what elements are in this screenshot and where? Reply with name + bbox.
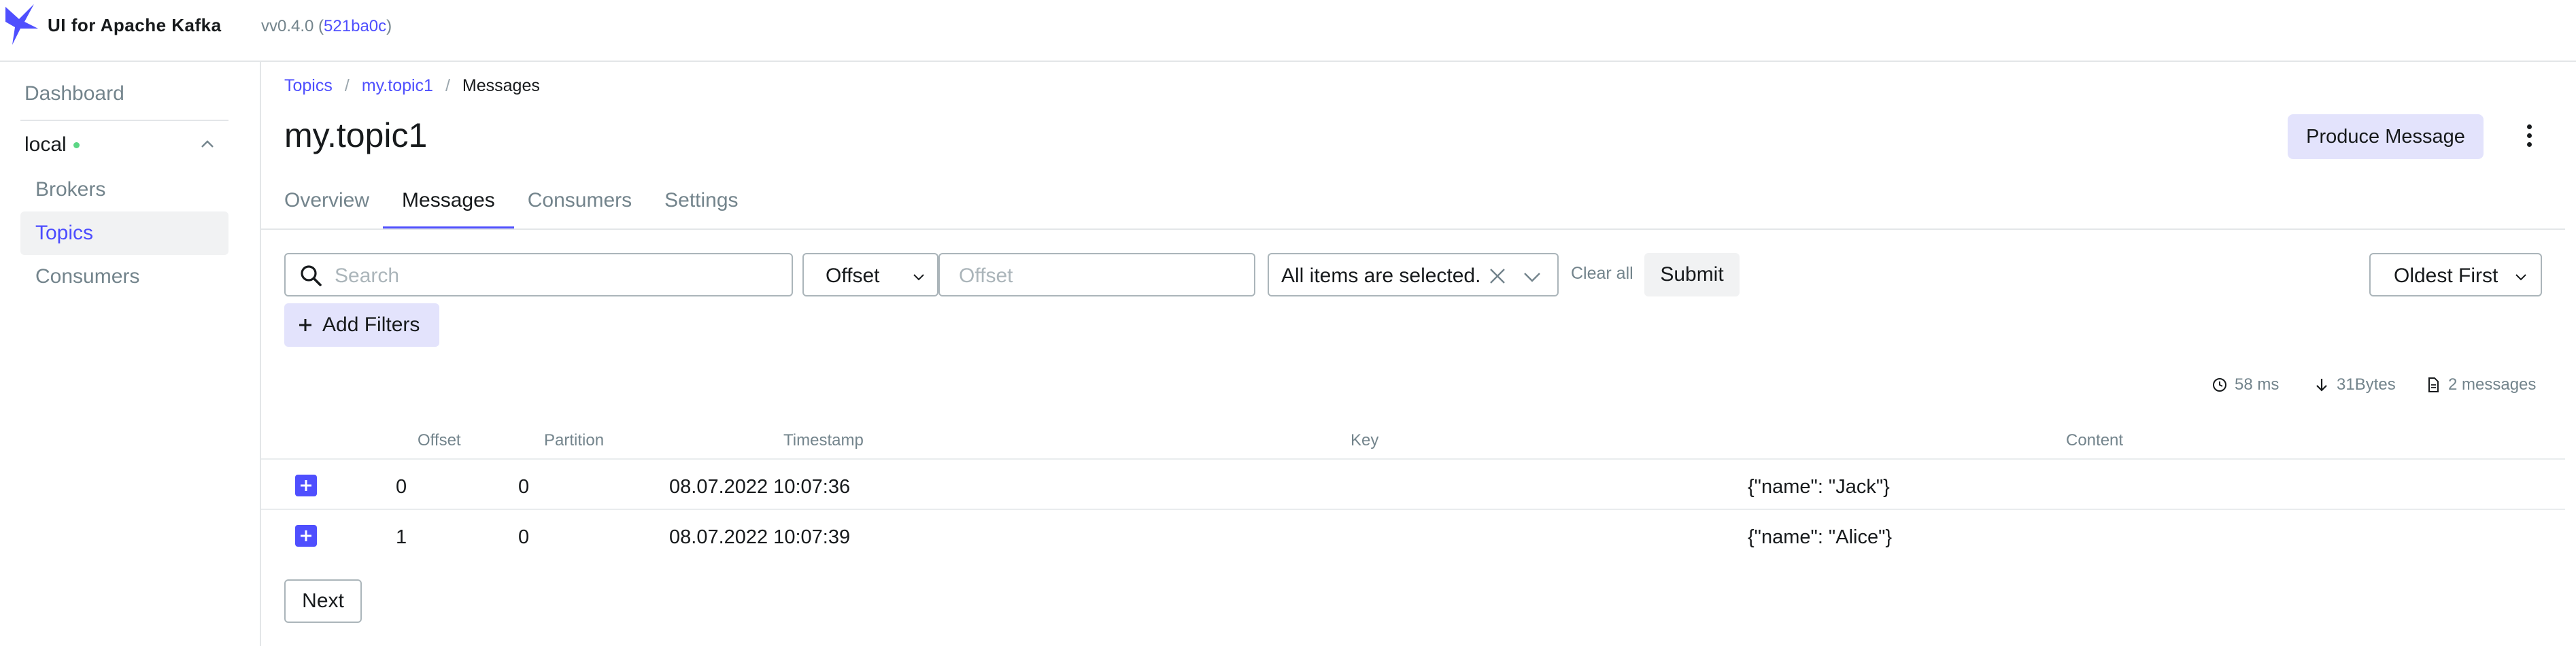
cell-content: {"name": "Jack"} <box>1748 476 1890 498</box>
table-row[interactable]: 1 0 08.07.2022 10:07:39 {"name": "Alice"… <box>261 510 2565 560</box>
breadcrumb-topics[interactable]: Topics <box>284 76 333 96</box>
search-placeholder: Search <box>335 265 400 287</box>
breadcrumb-current: Messages <box>462 76 540 95</box>
app-version: vv0.4.0 (521ba0c) <box>261 17 392 35</box>
breadcrumb-topic[interactable]: my.topic1 <box>362 76 433 96</box>
chevron-down-icon <box>913 274 924 281</box>
seek-type-select[interactable]: Offset <box>802 253 938 296</box>
cell-timestamp: 08.07.2022 10:07:39 <box>669 526 851 548</box>
offset-input[interactable]: Offset <box>938 253 1255 296</box>
sidebar-item-consumers[interactable]: Consumers <box>20 255 228 299</box>
expand-row-icon[interactable] <box>295 475 317 496</box>
column-header-timestamp: Timestamp <box>783 431 864 449</box>
sidebar-cluster-local[interactable]: local <box>24 133 80 156</box>
top-nav: UI for Apache Kafka vv0.4.0 (521ba0c) <box>0 0 2576 62</box>
document-icon <box>2428 377 2439 392</box>
expand-row-icon[interactable] <box>295 525 317 547</box>
cell-timestamp: 08.07.2022 10:07:36 <box>669 476 851 498</box>
tab-consumers[interactable]: Consumers <box>528 177 632 228</box>
offset-placeholder: Offset <box>959 265 1013 287</box>
messages-count-value: 2 messages <box>2448 375 2537 394</box>
clear-selection-icon[interactable] <box>1487 265 1508 287</box>
tab-overview[interactable]: Overview <box>284 177 369 228</box>
fetch-time-value: 58 ms <box>2235 375 2280 394</box>
breadcrumb: Topics / my.topic1 / Messages <box>284 76 540 96</box>
kafka-logo-icon[interactable] <box>4 1 39 46</box>
tab-messages[interactable]: Messages <box>383 177 514 228</box>
cell-partition: 0 <box>518 476 530 498</box>
search-icon <box>301 265 322 286</box>
cell-content: {"name": "Alice"} <box>1748 526 1893 548</box>
next-page-button[interactable]: Next <box>284 579 362 623</box>
fetch-time: 58 ms <box>2211 375 2279 394</box>
breadcrumb-separator: / <box>445 76 450 95</box>
clear-all-button[interactable]: Clear all <box>1571 264 1633 284</box>
bytes-consumed: 31Bytes <box>2314 375 2396 394</box>
cell-partition: 0 <box>518 526 530 548</box>
messages-count: 2 messages <box>2425 375 2536 394</box>
sort-order-select[interactable]: Oldest First <box>2369 253 2542 296</box>
chevron-down-icon <box>2515 274 2526 281</box>
partitions-value: All items are selected. <box>1281 265 1481 287</box>
add-filters-button[interactable]: Add Filters <box>284 303 439 347</box>
submit-button[interactable]: Submit <box>1644 253 1740 296</box>
sidebar-item-brokers[interactable]: Brokers <box>20 168 228 211</box>
add-filters-label: Add Filters <box>322 313 420 336</box>
cluster-name: local <box>24 133 67 156</box>
column-header-offset: Offset <box>418 431 461 449</box>
produce-message-button[interactable]: Produce Message <box>2288 114 2484 159</box>
clock-icon <box>2213 378 2226 392</box>
cell-offset: 1 <box>396 526 407 548</box>
search-input[interactable]: Search <box>284 253 793 296</box>
breadcrumb-separator: / <box>344 76 350 95</box>
column-header-content: Content <box>2066 431 2124 449</box>
sidebar: Dashboard local Brokers Topics Consumers <box>0 62 261 646</box>
page-title: my.topic1 <box>284 116 428 154</box>
sidebar-item-topics[interactable]: Topics <box>20 211 228 255</box>
plus-icon <box>299 319 311 331</box>
tabs-divider <box>261 228 2565 230</box>
chevron-down-icon[interactable] <box>1522 268 1542 286</box>
topic-tabs: Overview Messages Consumers Settings <box>284 177 771 228</box>
column-header-partition: Partition <box>544 431 605 449</box>
more-options-icon[interactable] <box>2519 121 2539 152</box>
arrow-down-icon <box>2316 379 2327 392</box>
app-title[interactable]: UI for Apache Kafka <box>48 15 222 36</box>
version-commit-link[interactable]: 521ba0c <box>324 17 386 35</box>
sidebar-divider <box>20 120 228 121</box>
seek-type-value: Offset <box>826 265 880 287</box>
bytes-value: 31Bytes <box>2337 375 2396 394</box>
sidebar-item-dashboard[interactable]: Dashboard <box>24 82 124 105</box>
table-row[interactable]: 0 0 08.07.2022 10:07:36 {"name": "Jack"} <box>261 460 2565 510</box>
cell-offset: 0 <box>396 476 407 498</box>
tab-settings[interactable]: Settings <box>664 177 738 228</box>
partitions-select[interactable]: All items are selected. <box>1268 253 1559 296</box>
sort-order-value: Oldest First <box>2394 265 2498 287</box>
column-header-key: Key <box>1351 431 1379 449</box>
chevron-up-icon[interactable] <box>199 135 216 153</box>
cluster-status-dot <box>73 141 80 148</box>
